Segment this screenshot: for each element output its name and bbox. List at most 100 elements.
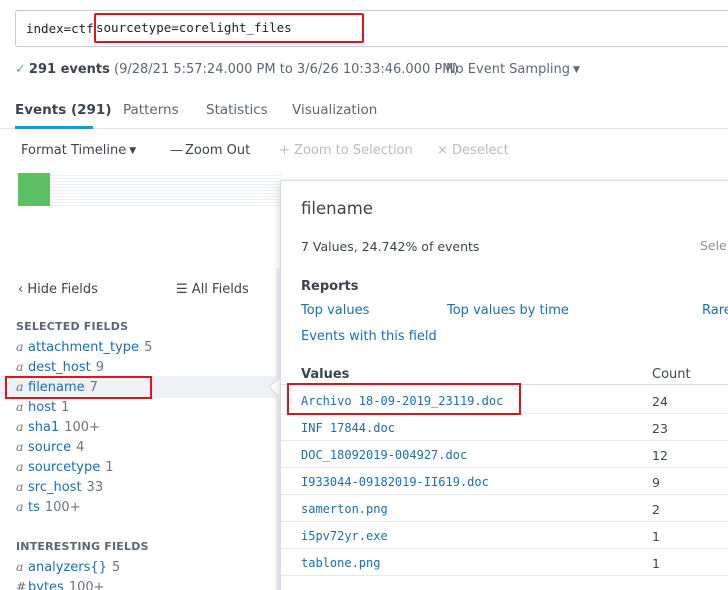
field-item[interactable]: a host 1: [16, 399, 69, 419]
field-count: 100+: [68, 580, 105, 590]
value-row[interactable]: DOC_18092019-004927.doc 12: [281, 441, 728, 468]
caret-down-icon: ▼: [573, 65, 580, 75]
value-count: 2: [652, 502, 660, 517]
field-item[interactable]: a sha1 100+: [16, 419, 100, 439]
format-timeline-label: Format Timeline: [21, 143, 127, 158]
check-icon: ✓: [15, 62, 26, 77]
plus-icon: +: [279, 143, 290, 158]
all-fields-label: All Fields: [191, 282, 249, 297]
field-name[interactable]: src_host: [28, 480, 82, 495]
value-highlight-box: [287, 383, 521, 415]
tab-visualization[interactable]: Visualization: [292, 102, 377, 118]
hide-fields-label: Hide Fields: [27, 282, 98, 297]
field-count: 1: [61, 400, 70, 415]
value-count: 9: [652, 475, 660, 490]
field-item[interactable]: # bytes 100+: [16, 579, 105, 590]
value-row[interactable]: i5pv72yr.exe 1: [281, 522, 728, 549]
field-name[interactable]: dest_host: [28, 360, 91, 375]
reports-heading: Reports: [301, 279, 359, 294]
value-row[interactable]: samerton.png 2: [281, 495, 728, 522]
field-item[interactable]: a analyzers{} 5: [16, 559, 120, 579]
event-count: 291 events: [28, 62, 110, 77]
value-row[interactable]: I933044-09182019-II619.doc 9: [281, 468, 728, 495]
field-count: 100+: [44, 500, 81, 515]
timeline-bar[interactable]: [18, 173, 50, 206]
field-name[interactable]: source: [28, 440, 71, 455]
report-top-values-link[interactable]: Top values: [301, 303, 369, 318]
event-sampling-label: No Event Sampling: [446, 62, 571, 77]
chevron-left-icon: ‹: [18, 282, 24, 297]
value-row[interactable]: tablone.png 1: [281, 549, 728, 576]
field-type-icon: #: [16, 579, 27, 590]
field-type-icon: a: [16, 439, 24, 454]
deselect-button[interactable]: × Deselect: [437, 143, 509, 158]
popup-select-link[interactable]: Sele: [700, 238, 727, 253]
value-count: 23: [652, 421, 668, 436]
zoom-out-label: Zoom Out: [185, 143, 251, 158]
format-timeline-button[interactable]: Format Timeline ▼: [21, 143, 136, 158]
values-table-header: Values Count: [281, 363, 728, 385]
field-type-icon: a: [16, 499, 24, 514]
search-highlight-box: [94, 13, 364, 43]
field-count: 100+: [64, 420, 100, 435]
search-query-prefix: index=ctf: [26, 21, 102, 36]
field-item[interactable]: a source 4: [16, 439, 84, 459]
field-type-icon: a: [16, 359, 24, 374]
values-column-header: Values: [301, 367, 350, 382]
deselect-label: Deselect: [452, 143, 509, 158]
field-name[interactable]: sha1: [28, 420, 59, 435]
time-range: (9/28/21 5:57:24.000 PM to 3/6/26 10:33:…: [114, 62, 459, 77]
field-name[interactable]: sourcetype: [28, 460, 100, 475]
field-item[interactable]: a src_host 33: [16, 479, 103, 499]
field-name[interactable]: ts: [28, 500, 40, 515]
value-name[interactable]: I933044-09182019-II619.doc: [301, 475, 489, 489]
value-name[interactable]: samerton.png: [301, 502, 388, 516]
field-type-icon: a: [16, 559, 24, 574]
report-rare-values-link[interactable]: Rare: [702, 303, 728, 318]
search-status: ✓ 291 events (9/28/21 5:57:24.000 PM to 3…: [15, 62, 458, 77]
results-tabs: Events (291) Patterns Statistics Visuali…: [0, 95, 728, 129]
field-summary-popup: filename 7 Values, 24.742% of events Sel…: [280, 180, 728, 590]
field-name[interactable]: attachment_type: [28, 340, 139, 355]
all-fields-button[interactable]: ☰ All Fields: [176, 282, 249, 297]
tab-patterns[interactable]: Patterns: [123, 102, 179, 118]
value-count: 12: [652, 448, 668, 463]
field-item[interactable]: a attachment_type 5: [16, 339, 152, 359]
field-type-icon: a: [16, 479, 24, 494]
value-name[interactable]: INF 17844.doc: [301, 421, 395, 435]
value-name[interactable]: i5pv72yr.exe: [301, 529, 388, 543]
report-events-with-field-link[interactable]: Events with this field: [301, 329, 437, 344]
hide-fields-button[interactable]: ‹ Hide Fields: [18, 282, 98, 297]
value-count: 24: [652, 394, 668, 409]
zoom-to-selection-label: Zoom to Selection: [294, 143, 413, 158]
field-name[interactable]: host: [28, 400, 56, 415]
zoom-to-selection-button[interactable]: + Zoom to Selection: [279, 143, 413, 158]
event-sampling-dropdown[interactable]: No Event Sampling ▼: [446, 62, 580, 77]
field-item[interactable]: a sourcetype 1: [16, 459, 114, 479]
active-tab-indicator: [15, 126, 93, 129]
caret-down-icon: ▼: [129, 146, 137, 156]
popup-summary: 7 Values, 24.742% of events: [301, 239, 480, 254]
report-top-values-by-time-link[interactable]: Top values by time: [447, 303, 569, 318]
tab-events[interactable]: Events (291): [15, 102, 112, 118]
value-row[interactable]: INF 17844.doc 23: [281, 414, 728, 441]
x-icon: ×: [437, 143, 448, 158]
value-name[interactable]: tablone.png: [301, 556, 380, 570]
value-count: 1: [652, 529, 660, 544]
field-type-icon: a: [16, 459, 24, 474]
minus-icon: —: [170, 143, 183, 158]
field-item[interactable]: a ts 100+: [16, 499, 81, 519]
field-count: 5: [144, 340, 153, 355]
popup-title: filename: [301, 199, 373, 218]
field-count: 5: [111, 560, 121, 575]
field-name[interactable]: analyzers{}: [28, 560, 107, 575]
tab-statistics[interactable]: Statistics: [206, 102, 268, 118]
field-name[interactable]: bytes: [28, 580, 64, 590]
selected-fields-heading: SELECTED FIELDS: [16, 320, 129, 333]
zoom-out-button[interactable]: — Zoom Out: [170, 143, 250, 158]
list-icon: ☰: [176, 282, 188, 297]
filename-highlight-box: [5, 376, 152, 399]
field-count: 33: [86, 480, 104, 495]
timeline-grid: [50, 173, 282, 206]
value-name[interactable]: DOC_18092019-004927.doc: [301, 448, 467, 462]
